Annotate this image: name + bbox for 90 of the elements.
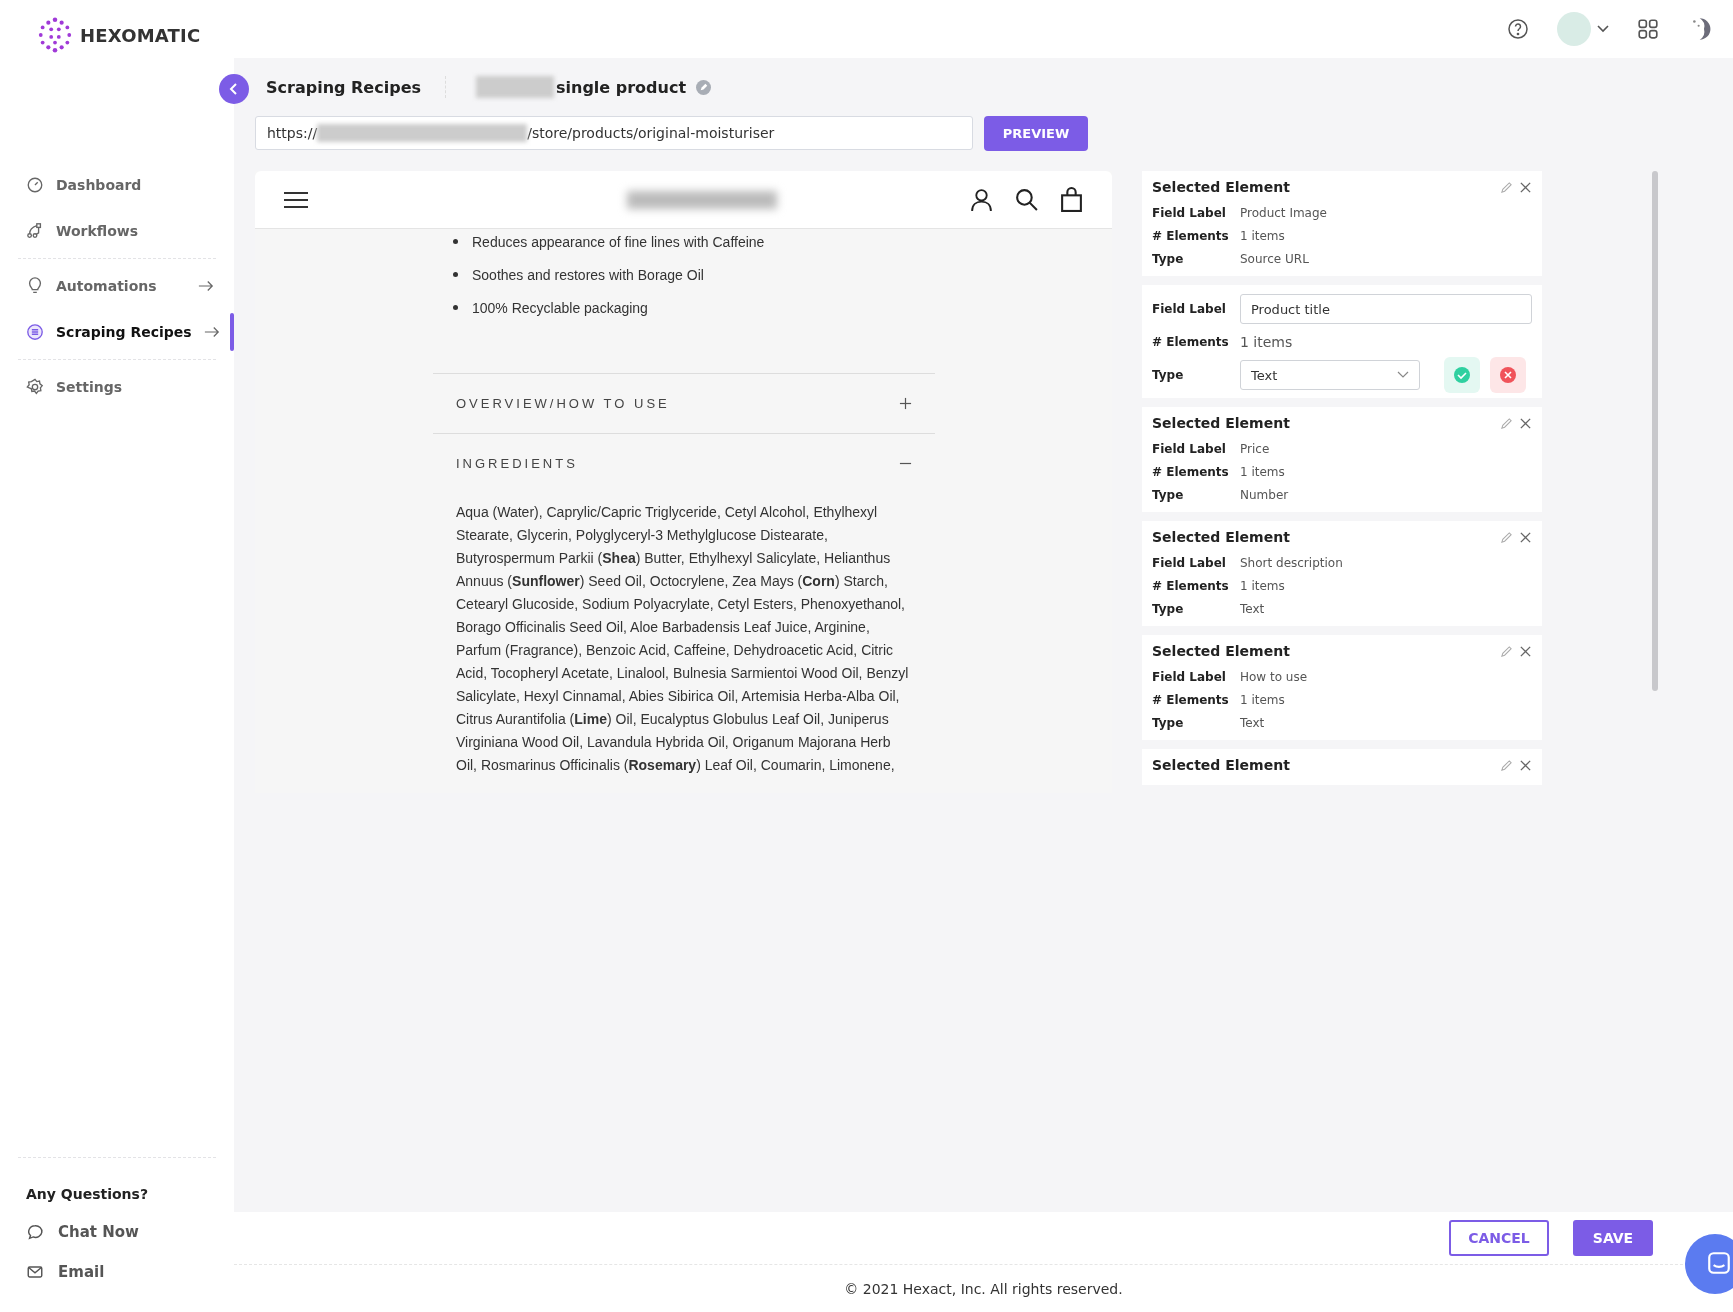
card-title: Selected Element xyxy=(1152,643,1291,659)
field-value: Number xyxy=(1240,487,1289,502)
apps-grid-icon[interactable] xyxy=(1637,18,1659,40)
field-value: 1 items xyxy=(1240,464,1285,479)
field-value: Price xyxy=(1240,441,1270,456)
collapse-sidebar-button[interactable] xyxy=(219,74,249,104)
mail-icon xyxy=(26,1263,44,1281)
breadcrumb-section[interactable]: Scraping Recipes xyxy=(266,77,421,97)
chevron-down-icon[interactable] xyxy=(1597,25,1609,33)
brand-name: HEXOMATIC xyxy=(80,24,201,46)
account-icon[interactable] xyxy=(969,187,994,212)
close-icon xyxy=(1498,365,1518,385)
shopping-bag-icon[interactable] xyxy=(1059,187,1084,212)
chevron-left-icon xyxy=(229,82,239,96)
preview-button[interactable]: PREVIEW xyxy=(984,116,1088,151)
url-field[interactable]: https:// /store/products/original-moisturiser xyxy=(255,116,973,150)
field-label-input[interactable]: Product title xyxy=(1240,294,1532,324)
help-link[interactable]: Email xyxy=(18,1252,216,1292)
field-value: Text xyxy=(1240,601,1265,616)
list-icon xyxy=(26,323,44,341)
sidebar-item[interactable]: Workflows xyxy=(18,208,216,254)
field-value: 1 items xyxy=(1240,692,1285,707)
sidebar-item[interactable]: Scraping Recipes xyxy=(18,309,216,355)
card-title: Selected Element xyxy=(1152,179,1291,195)
field-value: Short description xyxy=(1240,555,1343,570)
lightbulb-icon xyxy=(26,277,44,295)
field-name: Field Label xyxy=(1152,205,1227,220)
save-button[interactable]: SAVE xyxy=(1573,1220,1653,1256)
field-value: Text xyxy=(1240,715,1265,730)
recipe-name: single product xyxy=(556,77,687,97)
field-value: Source URL xyxy=(1240,251,1309,266)
bullet-dot xyxy=(453,272,458,277)
scrollbar[interactable] xyxy=(1652,171,1658,691)
type-select[interactable]: Text xyxy=(1240,360,1420,390)
card-title: Selected Element xyxy=(1152,529,1291,545)
field-name: # Elements xyxy=(1152,692,1230,707)
field-value: Product Image xyxy=(1240,205,1327,220)
field-name: Type xyxy=(1152,251,1185,266)
bullet-text: Reduces appearance of fine lines with Caffeine xyxy=(472,233,765,250)
active-indicator xyxy=(230,313,234,351)
accordion-header[interactable]: INGREDIENTS xyxy=(433,434,935,493)
field-name: Type xyxy=(1152,368,1185,382)
field-name: # Elements xyxy=(1152,464,1230,479)
card-title: Selected Element xyxy=(1152,757,1291,773)
sidebar-item[interactable]: Automations xyxy=(18,263,216,309)
plus-icon xyxy=(899,397,912,410)
close-icon[interactable] xyxy=(1519,758,1532,772)
bullet-text: 100% Recyclable packaging xyxy=(472,299,648,316)
chat-icon xyxy=(26,1223,44,1241)
discard-button[interactable] xyxy=(1490,357,1526,393)
menu-icon[interactable] xyxy=(283,189,309,210)
field-value: 1 items xyxy=(1240,228,1285,243)
field-name: # Elements xyxy=(1152,335,1230,349)
sidebar-item[interactable]: Settings xyxy=(18,364,216,410)
workflow-icon xyxy=(26,222,44,240)
field-value: 1 items xyxy=(1240,578,1285,593)
chat-icon xyxy=(1706,1249,1732,1276)
field-name: Field Label xyxy=(1152,669,1227,684)
field-name: Field Label xyxy=(1152,302,1227,316)
field-name: # Elements xyxy=(1152,228,1230,243)
close-icon[interactable] xyxy=(1519,416,1532,430)
accordion-header[interactable]: OVERVIEW/HOW TO USE xyxy=(433,374,935,433)
bullet-dot xyxy=(453,305,458,310)
help-link[interactable]: Chat Now xyxy=(18,1212,216,1252)
check-icon xyxy=(1452,365,1472,385)
field-name: Field Label xyxy=(1152,441,1227,456)
cancel-button[interactable]: CANCEL xyxy=(1449,1220,1549,1256)
bullet-text: Soothes and restores with Borage Oil xyxy=(472,266,704,283)
ingredients-text: Aqua (Water), Caprylic/Capric Triglyceride, Cetyl Alcohol, Ethylhexyl Stearate, Glycerin, Polyglyceryl-3 Methylglucose Distearate, Butyrospermum Parkii (Shea) Butter, Ethylhexyl Salicylate, Helianthus Annuus (Sunflower) Seed Oil, Octocrylene, Zea Mays (Corn) Starch, Cetearyl Glucoside, Sodium Polyacrylate, Cetyl Esters, Phenoxyethanol, Borago Officinalis Seed Oil, Aloe Barbadensis Leaf Juice, Arginine, Parfum (Fragrance), Benzoic Acid, Caffeine, Dehydroacetic Acid, Citric Acid, Tocopheryl Acetate, Linalool, Bulnesia Sarmientoi Wood Oil, Benzyl Salicylate, Hexyl Cinnamal, Abies Sibirica Oil, Artemisia Herba-Alba Oil, Citrus Aurantifolia (Lime) Oil, Eucalyptus Globulus Leaf Oil, Juniperus Virginiana Wood Oil, Lavandula Hybrida Oil, Origanum Majorana Herb Oil, Rosmarinus Officinalis (Rosemary) Leaf Oil, Coumarin, Limonene, xyxy=(455,503,910,775)
field-value: 1 items xyxy=(1240,334,1293,350)
bullet-dot xyxy=(453,239,458,244)
field-value: How to use xyxy=(1240,669,1308,684)
close-icon[interactable] xyxy=(1519,180,1532,194)
copyright-text: © 2021 Hexact, Inc. All rights reserved. xyxy=(234,1265,1733,1312)
close-icon[interactable] xyxy=(1519,644,1532,658)
field-name: Type xyxy=(1152,487,1185,502)
close-icon[interactable] xyxy=(1519,530,1532,544)
card-title: Selected Element xyxy=(1152,415,1291,431)
help-title: Any Questions? xyxy=(25,1185,150,1204)
field-name: Type xyxy=(1152,715,1185,730)
field-name: Field Label xyxy=(1152,555,1227,570)
settings-icon xyxy=(26,378,44,396)
sidebar-item[interactable]: Dashboard xyxy=(18,162,216,208)
logo-icon xyxy=(36,16,74,54)
search-icon[interactable] xyxy=(1014,187,1039,212)
gauge-icon xyxy=(26,176,44,194)
field-name: # Elements xyxy=(1152,578,1230,593)
chevron-down-icon xyxy=(1397,371,1409,379)
help-icon[interactable] xyxy=(1507,18,1529,40)
field-name: Type xyxy=(1152,601,1185,616)
